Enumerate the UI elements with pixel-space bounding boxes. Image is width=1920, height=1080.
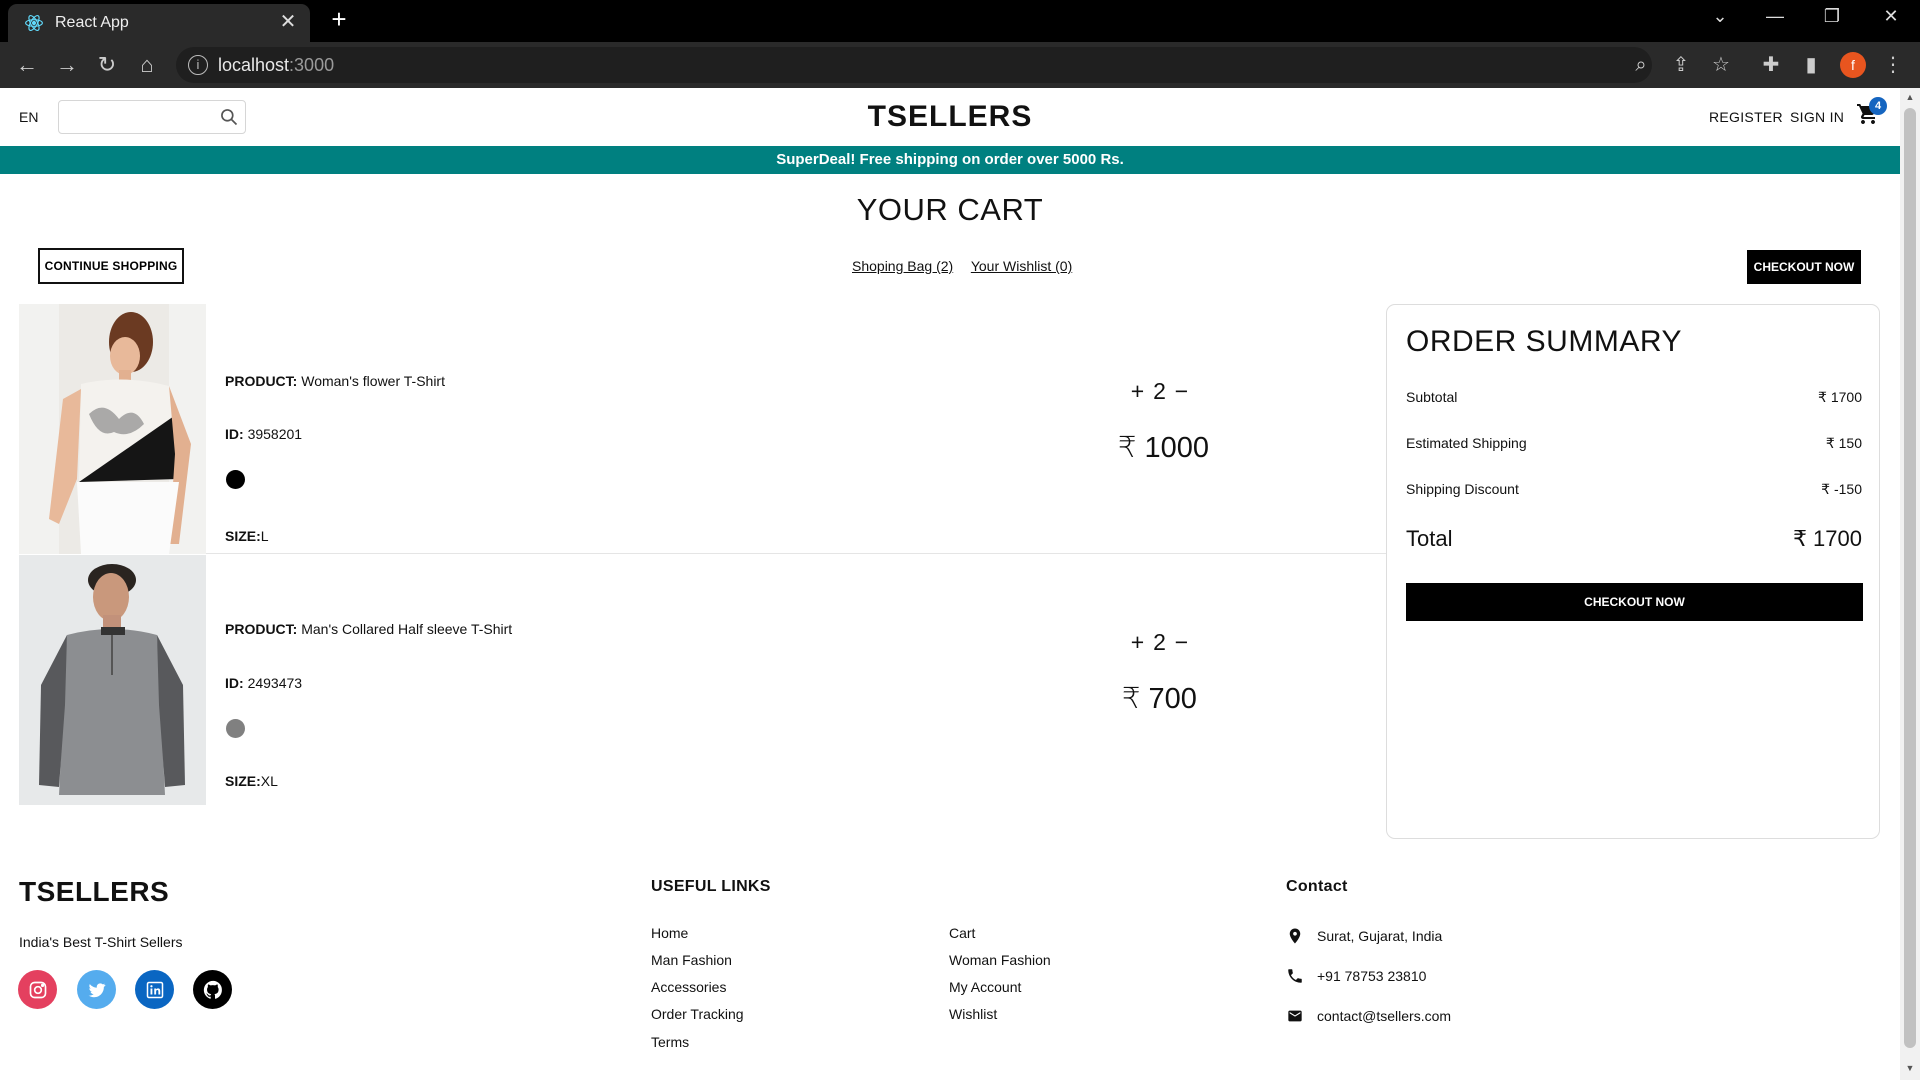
cart-tabs: Shoping Bag (2) Your Wishlist (0): [852, 258, 1086, 274]
footer-link-order-tracking[interactable]: Order Tracking: [651, 1006, 744, 1022]
checkout-now-top-button[interactable]: CHECKOUT NOW: [1747, 250, 1861, 284]
close-tab-icon[interactable]: ✕: [276, 9, 300, 34]
zoom-icon[interactable]: ⌕: [1628, 52, 1654, 78]
footer-link-terms[interactable]: Terms: [651, 1034, 689, 1050]
useful-links-title: USEFUL LINKS: [651, 878, 771, 895]
quantity-stepper: +2−: [1127, 629, 1193, 656]
footer-link-cart[interactable]: Cart: [949, 925, 975, 941]
footer-link-woman-fashion[interactable]: Woman Fashion: [949, 952, 1051, 968]
footer-link-accessories[interactable]: Accessories: [651, 979, 726, 995]
contact-phone: +91 78753 23810: [1286, 967, 1426, 985]
site-logo[interactable]: TSELLERS: [0, 100, 1900, 134]
checkout-now-button[interactable]: CHECKOUT NOW: [1406, 583, 1863, 621]
back-icon[interactable]: ←: [12, 50, 42, 80]
footer-link-wishlist[interactable]: Wishlist: [949, 1006, 997, 1022]
location-pin-icon: [1289, 928, 1301, 944]
decrease-quantity-button[interactable]: −: [1171, 378, 1193, 405]
close-window-icon[interactable]: ✕: [1871, 6, 1911, 27]
browser-toolbar: ← → ↻ ⌂ i localhost:3000 ⌕ ⇪ ☆ ✚ ▮ ⋮: [0, 42, 1920, 88]
footer-link-home[interactable]: Home: [651, 925, 688, 941]
footer-description: India's Best T-Shirt Sellers: [19, 934, 183, 950]
cart-item: PRODUCT: Woman's flower T-Shirt ID: 3958…: [19, 304, 1386, 554]
increase-quantity-button[interactable]: +: [1127, 629, 1149, 656]
footer-link-my-account[interactable]: My Account: [949, 979, 1021, 995]
reload-icon[interactable]: ↻: [92, 50, 122, 80]
bookmark-star-icon[interactable]: ☆: [1708, 52, 1734, 78]
extensions-icon[interactable]: ✚: [1758, 52, 1784, 78]
page-content: EN TSELLERS REGISTER SIGN IN 4 SuperDeal…: [0, 88, 1900, 1080]
footer-link-man-fashion[interactable]: Man Fashion: [651, 952, 732, 968]
minimize-icon[interactable]: —: [1755, 6, 1795, 27]
increase-quantity-button[interactable]: +: [1127, 378, 1149, 405]
product-id: ID: 3958201: [225, 426, 303, 442]
product-name: PRODUCT: Woman's flower T-Shirt: [225, 373, 445, 389]
sign-in-link[interactable]: SIGN IN: [1790, 109, 1844, 125]
phone-icon: [1288, 969, 1302, 983]
twitter-icon[interactable]: [77, 970, 116, 1009]
restore-icon[interactable]: ❐: [1812, 6, 1852, 27]
react-icon: [25, 15, 43, 31]
order-summary-title: ORDER SUMMARY: [1406, 325, 1682, 358]
page-title: YOUR CART: [856, 192, 1044, 227]
scroll-down-icon[interactable]: ▼: [1904, 1063, 1916, 1073]
contact-address: Surat, Gujarat, India: [1286, 926, 1442, 946]
url-host: localhost: [218, 55, 290, 75]
product-color-swatch: [226, 470, 245, 489]
home-icon[interactable]: ⌂: [132, 50, 162, 80]
subtotal-row: Subtotal ₹ 1700: [1406, 389, 1862, 405]
register-link[interactable]: REGISTER: [1709, 109, 1783, 125]
shopping-bag-link[interactable]: Shoping Bag (2): [852, 258, 953, 274]
total-row: Total ₹ 1700: [1406, 526, 1862, 551]
browser-tab-bar: React App ✕ + ⌄ — ❐ ✕: [0, 0, 1920, 42]
cart-count-badge: 4: [1869, 97, 1887, 115]
tab-title: React App: [55, 14, 129, 31]
quantity-value: 2: [1153, 629, 1167, 655]
product-price: ₹ 1000: [1118, 432, 1210, 464]
decrease-quantity-button[interactable]: −: [1171, 629, 1193, 656]
product-name: PRODUCT: Man's Collared Half sleeve T-Sh…: [225, 621, 513, 637]
side-panel-icon[interactable]: ▮: [1798, 52, 1824, 78]
order-summary: ORDER SUMMARY Subtotal ₹ 1700 Estimated S…: [1386, 304, 1880, 839]
continue-shopping-button[interactable]: CONTINUE SHOPPING: [38, 248, 184, 284]
shipping-row: Estimated Shipping ₹ 150: [1406, 435, 1862, 451]
item-divider: [206, 553, 1386, 554]
forward-icon[interactable]: →: [52, 50, 82, 80]
contact-title: Contact: [1286, 878, 1348, 895]
quantity-value: 2: [1153, 378, 1167, 404]
github-icon[interactable]: [193, 970, 232, 1009]
wishlist-link[interactable]: Your Wishlist (0): [971, 258, 1072, 274]
scrollbar-thumb[interactable]: [1904, 108, 1916, 1048]
page-scrollbar[interactable]: ▲ ▼: [1900, 88, 1920, 1080]
site-info-icon[interactable]: i: [188, 55, 208, 75]
profile-avatar[interactable]: f: [1840, 52, 1866, 78]
cart-item: PRODUCT: Man's Collared Half sleeve T-Sh…: [19, 555, 1386, 805]
menu-dots-icon[interactable]: ⋮: [1880, 52, 1906, 78]
mail-icon: [1288, 1010, 1302, 1022]
tab-search-icon[interactable]: ⌄: [1700, 6, 1740, 27]
url-port: :3000: [289, 55, 335, 75]
promo-banner: SuperDeal! Free shipping on order over 5…: [0, 146, 1900, 174]
product-color-swatch: [226, 719, 245, 738]
new-tab-button[interactable]: +: [322, 4, 356, 35]
linkedin-icon[interactable]: [135, 970, 174, 1009]
contact-email: contact@tsellers.com: [1286, 1008, 1451, 1024]
scroll-up-icon[interactable]: ▲: [1904, 92, 1916, 102]
footer-logo: TSELLERS: [19, 876, 170, 907]
product-size: SIZE:L: [225, 528, 269, 544]
quantity-stepper: +2−: [1127, 378, 1193, 405]
browser-tab[interactable]: React App ✕: [8, 4, 310, 42]
product-id: ID: 2493473: [225, 675, 303, 691]
address-bar[interactable]: i localhost:3000: [176, 47, 1652, 83]
shipping-discount-row: Shipping Discount ₹ -150: [1406, 481, 1862, 497]
product-size: SIZE:XL: [225, 773, 278, 789]
product-image[interactable]: [19, 555, 206, 805]
product-price: ₹ 700: [1122, 683, 1197, 715]
share-icon[interactable]: ⇪: [1668, 52, 1694, 78]
instagram-icon[interactable]: [18, 970, 57, 1009]
product-image[interactable]: [19, 304, 206, 554]
